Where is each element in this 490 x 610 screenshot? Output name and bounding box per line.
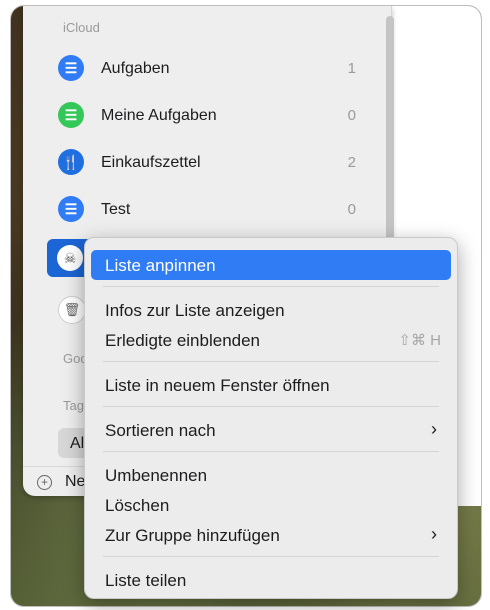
list-item-name: Test [101, 201, 131, 218]
list-item-count: 1 [347, 60, 356, 77]
list-icon: ☰ [58, 55, 84, 81]
menu-separator [103, 556, 439, 557]
trash-icon: 🗑 [58, 296, 86, 324]
menu-item-sort-by[interactable]: Sortieren nach › [91, 415, 451, 445]
list-item-name: Einkaufszettel [101, 154, 201, 171]
menu-separator [103, 361, 439, 362]
list-item-name: Aufgaben [101, 60, 170, 77]
menu-item-label: Löschen [105, 496, 170, 515]
list-item-count: 2 [347, 154, 356, 171]
list-item-meine-aufgaben[interactable]: ☰ Meine Aufgaben 0 [48, 97, 368, 135]
list-item-test[interactable]: ☰ Test 0 [48, 191, 368, 229]
menu-item-shortcut: ⇧⌘ H [398, 332, 441, 349]
fork-knife-icon: 🍴 [58, 149, 84, 175]
menu-separator [103, 451, 439, 452]
menu-item-label: Zur Gruppe hinzufügen [105, 526, 280, 545]
menu-item-show-info[interactable]: Infos zur Liste anzeigen [91, 295, 451, 325]
menu-separator [103, 286, 439, 287]
chevron-right-icon: › [431, 419, 437, 439]
menu-item-label: Liste anpinnen [105, 256, 216, 275]
list-item-name: Meine Aufgaben [101, 107, 217, 124]
list-item-einkaufszettel[interactable]: 🍴 Einkaufszettel 2 [48, 144, 368, 182]
list-item-count: 0 [347, 107, 356, 124]
menu-item-rename[interactable]: Umbenennen [91, 460, 451, 490]
context-menu: Liste anpinnen Infos zur Liste anzeigen … [84, 237, 458, 599]
menu-item-show-completed[interactable]: Erledigte einblenden ⇧⌘ H [91, 325, 451, 355]
list-item-aufgaben[interactable]: ☰ Aufgaben 1 [48, 50, 368, 88]
menu-item-add-to-group[interactable]: Zur Gruppe hinzufügen › [91, 520, 451, 550]
list-item-count: 0 [347, 201, 356, 218]
menu-item-label: Erledigte einblenden [105, 331, 261, 350]
list-icon: ☰ [58, 196, 84, 222]
chevron-right-icon: › [431, 524, 437, 544]
menu-item-label: Sortieren nach [105, 421, 216, 440]
section-icloud: iCloud [63, 20, 100, 35]
menu-item-pin-list[interactable]: Liste anpinnen [91, 250, 451, 280]
skull-icon: ☠ [57, 245, 83, 271]
menu-item-open-new-window[interactable]: Liste in neuem Fenster öffnen [91, 370, 451, 400]
menu-item-label: Infos zur Liste anzeigen [105, 301, 285, 320]
plus-circle-icon: + [37, 475, 52, 490]
menu-item-label: Liste teilen [105, 571, 187, 590]
menu-item-label: Liste in neuem Fenster öffnen [105, 376, 330, 395]
menu-item-share-list[interactable]: Liste teilen [91, 565, 451, 595]
menu-separator [103, 406, 439, 407]
menu-item-label: Umbenennen [105, 466, 208, 485]
list-icon: ☰ [58, 102, 84, 128]
menu-item-delete[interactable]: Löschen [91, 490, 451, 520]
